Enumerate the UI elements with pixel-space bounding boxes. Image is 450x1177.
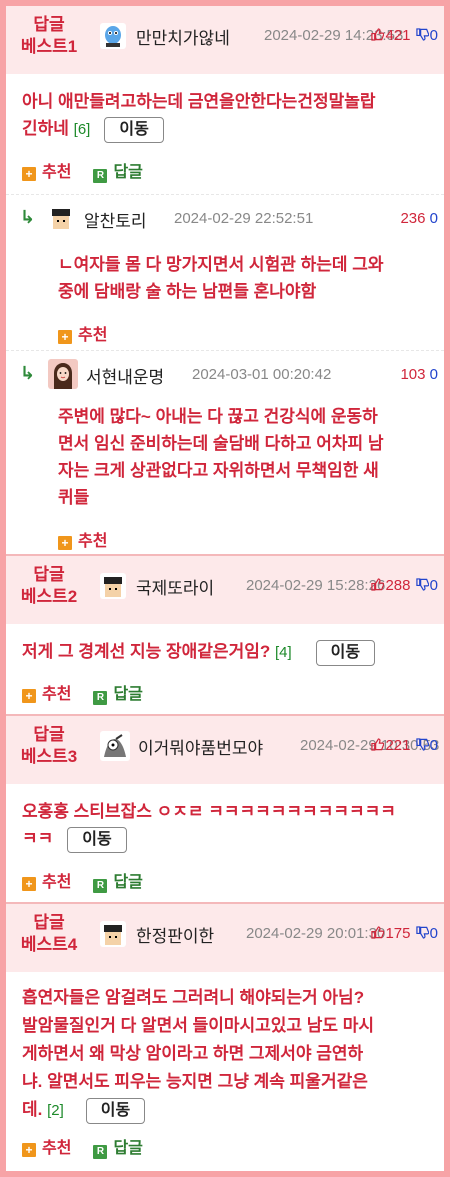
best-reply-2: 답글 베스트2 국제또라이 2024-02-29 15:28:26 288 0 … — [6, 556, 444, 716]
best-reply-header: 답글 베스트4 한정판이한 2024-02-29 20:01:30 175 0 — [6, 904, 444, 972]
best-badge: 답글 베스트4 — [20, 913, 78, 954]
best-badge: 답글 베스트2 — [20, 565, 78, 606]
reply-button[interactable]: R 답글 — [93, 686, 143, 705]
move-button[interactable]: 이동 — [104, 116, 164, 143]
reply-icon: R — [93, 1145, 108, 1159]
move-button[interactable]: 이동 — [85, 1097, 146, 1124]
recommend-button[interactable]: + 추천 — [22, 1140, 71, 1157]
post-date: 2024-02-29 20:01:30 — [246, 925, 386, 942]
recommend-button[interactable]: + 추천 — [58, 327, 107, 344]
vote-counts: 103 0 — [400, 366, 438, 383]
post-date: 2024-03-01 00:20:42 — [192, 366, 332, 383]
best-reply-header: 답글 베스트2 국제또라이 2024-02-29 15:28:26 288 0 — [6, 556, 444, 624]
recommend-button[interactable]: + 추천 — [22, 164, 71, 181]
comment-actions: + 추천 R 답글 — [22, 680, 143, 705]
author-nickname[interactable]: 이거뭐야품번모야 — [138, 734, 263, 759]
upvote-count: 288 — [385, 577, 411, 594]
comment-actions: + 추천 R 답글 — [22, 158, 143, 183]
avatar[interactable] — [100, 921, 126, 947]
downvote-count: 0 — [429, 577, 438, 594]
downvote-count: 0 — [429, 925, 438, 942]
best-reply-header: 답글 베스트3 이거뭐야품번모야 2024-02-29 10:30:53 221… — [6, 716, 444, 784]
reply-icon: R — [93, 169, 108, 183]
thumbs-down-icon[interactable] — [415, 577, 430, 594]
comment-actions: + 추천 — [58, 321, 107, 345]
avatar[interactable] — [48, 205, 74, 231]
vote-counts: 288 0 — [370, 577, 438, 594]
reply-arrow-icon: ↳ — [20, 207, 36, 227]
reply-arrow-icon: ↳ — [20, 363, 36, 383]
avatar[interactable] — [100, 23, 126, 49]
recommend-button[interactable]: + 추천 — [22, 686, 71, 703]
downvote-count: 0 — [429, 27, 438, 44]
author-nickname[interactable]: 한정판이한 — [136, 922, 214, 947]
reply-button[interactable]: R 답글 — [93, 874, 143, 893]
author-nickname[interactable]: 국제또라이 — [136, 574, 214, 599]
downvote-count: 0 — [429, 366, 438, 383]
best-reply-4: 답글 베스트4 한정판이한 2024-02-29 20:01:30 175 0 … — [6, 904, 444, 1163]
comment-text: 오홍홍 스티브잡스 ㅇㅈㄹ ㅋㅋㅋㅋㅋㅋㅋㅋㅋㅋㅋㅋ ㅋㅋ 이동 — [22, 798, 396, 853]
post-date: 2024-02-29 15:28:26 — [246, 577, 386, 594]
reply-button[interactable]: R 답글 — [93, 1140, 143, 1159]
upvote-count: 221 — [385, 737, 411, 754]
sub-reply: ↳ 알찬토리 2024-02-29 22:52:51 236 0 ㄴ여자들 몸 … — [6, 194, 444, 350]
comment-list: 답글 베스트1 만만치가않네 2024-02-29 14:23:53 421 0… — [6, 6, 444, 1171]
vote-counts: 221 0 — [370, 737, 438, 754]
upvote-count: 421 — [385, 27, 411, 44]
reply-count: [2] — [47, 1102, 64, 1119]
comment-text: 아니 애만들려고하는데 금연을안한다는건정말놀랍 긴하네 [6] 이동 — [22, 88, 376, 143]
reply-icon: R — [93, 691, 108, 705]
comment-text: 흡연자들은 암걸려도 그러려니 해야되는거 아님? 발암물질인거 다 알면서 들… — [22, 984, 374, 1125]
recommend-button[interactable]: + 추천 — [58, 533, 107, 550]
avatar[interactable] — [100, 731, 130, 761]
comment-actions: + 추천 — [58, 527, 107, 551]
post-date: 2024-02-29 22:52:51 — [174, 210, 314, 227]
vote-counts: 175 0 — [370, 925, 438, 942]
move-button[interactable]: 이동 — [315, 639, 376, 666]
plus-icon: + — [22, 167, 36, 181]
comment-actions: + 추천 R 답글 — [22, 1134, 143, 1159]
thumbs-down-icon[interactable] — [415, 925, 430, 942]
reply-count: [6] — [73, 121, 91, 138]
thumbs-up-icon[interactable] — [370, 737, 385, 754]
vote-counts: 236 0 — [400, 210, 438, 227]
thumbs-down-icon[interactable] — [415, 737, 430, 754]
best-badge: 답글 베스트3 — [20, 725, 78, 766]
move-button[interactable]: 이동 — [67, 826, 127, 853]
comment-text: 저게 그 경계선 지능 장애같은거임? [4] 이동 — [22, 638, 376, 666]
comment-text: 주변에 많다~ 아내는 다 끊고 건강식에 운동하 면서 임신 준비하는데 술담… — [58, 407, 384, 507]
plus-icon: + — [58, 330, 72, 344]
author-nickname[interactable]: 서현내운명 — [86, 363, 164, 388]
downvote-count: 0 — [429, 210, 438, 227]
upvote-count: 103 — [400, 366, 426, 383]
avatar[interactable] — [100, 573, 126, 599]
author-nickname[interactable]: 만만치가않네 — [136, 24, 230, 49]
comment-text: ㄴ여자들 몸 다 망가지면서 시험관 하는데 그와 중에 담배랑 술 하는 남편… — [58, 255, 384, 301]
plus-icon: + — [58, 536, 72, 550]
upvote-count: 236 — [400, 210, 426, 227]
thumbs-up-icon[interactable] — [370, 27, 385, 44]
sub-reply: ↳ 서현내운명 2024-03-01 00:20:42 103 0 주변에 많다… — [6, 350, 444, 556]
recommend-button[interactable]: + 추천 — [22, 874, 71, 891]
best-reply-header: 답글 베스트1 만만치가않네 2024-02-29 14:23:53 421 0 — [6, 6, 444, 74]
thumbs-down-icon[interactable] — [415, 27, 430, 44]
reply-button[interactable]: R 답글 — [93, 164, 143, 183]
vote-counts: 421 0 — [370, 27, 438, 44]
comment-actions: + 추천 R 답글 — [22, 868, 143, 893]
author-nickname[interactable]: 알찬토리 — [84, 207, 147, 232]
best-reply-1: 답글 베스트1 만만치가않네 2024-02-29 14:23:53 421 0… — [6, 6, 444, 556]
thumbs-up-icon[interactable] — [370, 925, 385, 942]
plus-icon: + — [22, 877, 36, 891]
downvote-count: 0 — [429, 737, 438, 754]
best-badge: 답글 베스트1 — [20, 15, 78, 56]
best-reply-3: 답글 베스트3 이거뭐야품번모야 2024-02-29 10:30:53 221… — [6, 716, 444, 904]
upvote-count: 175 — [385, 925, 411, 942]
plus-icon: + — [22, 689, 36, 703]
reply-icon: R — [93, 879, 108, 893]
reply-count: [4] — [274, 644, 292, 661]
thumbs-up-icon[interactable] — [370, 577, 385, 594]
plus-icon: + — [22, 1143, 36, 1157]
avatar[interactable] — [48, 359, 78, 389]
